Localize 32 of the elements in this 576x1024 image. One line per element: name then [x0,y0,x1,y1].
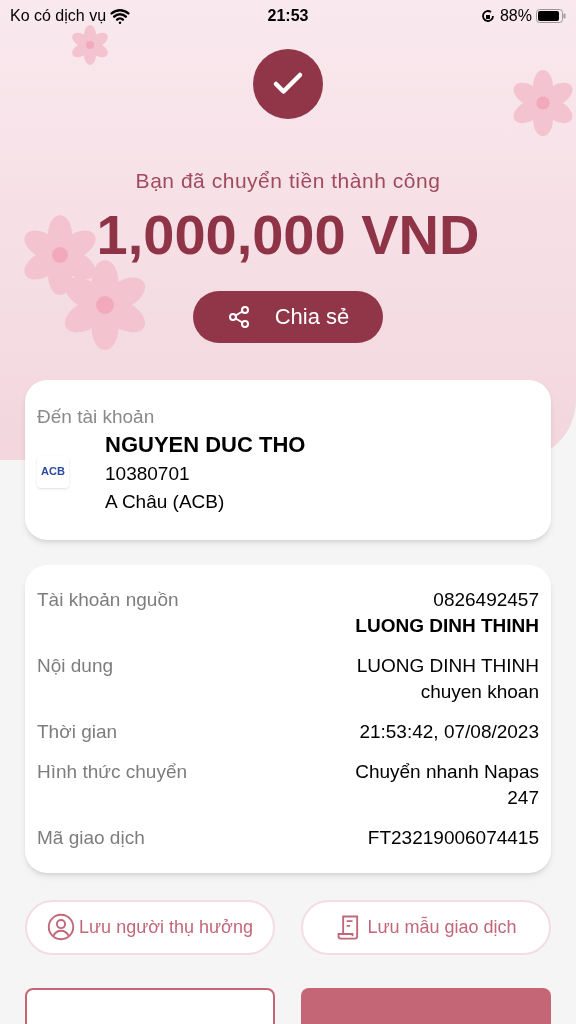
lock-rotation-icon [479,8,496,24]
share-icon [226,304,251,329]
carrier-label: Ko có dịch vụ [10,6,107,26]
detail-label: Mã giao dịch [37,825,145,850]
detail-label: Tài khoản nguồn [37,587,179,612]
detail-value: 0826492457 [433,587,539,612]
bank-name: A Châu (ACB) [105,489,226,514]
amount: 1,000,000 VND [96,202,480,267]
success-message: Bạn đã chuyển tiền thành công [135,168,441,194]
account-number: 10380701 [105,461,191,486]
wifi-icon [110,6,131,26]
detail-label: Hình thức chuyển [37,759,188,784]
person-icon [47,913,76,941]
detail-value: chuyen khoan [420,679,539,704]
save-button[interactable]: Lưu mẫu giao dịch [301,899,551,955]
recipient-name: NGUYEN DUC THO [105,430,306,459]
bank-logo: ACB [37,455,69,488]
share-button[interactable]: Chia sẻ [193,290,383,343]
detail-value: FT23219006074415 [367,825,539,850]
detail-value: Chuyển nhanh Napas [355,759,539,784]
battery-icon [536,9,566,23]
save-button[interactable]: Lưu người thụ hưởng [25,899,275,955]
detail-value: 21:53:42, 07/08/2023 [359,719,539,744]
detail-value: LUONG DINH THINH [355,613,539,638]
clock: 21:53 [267,6,309,26]
detail-value: LUONG DINH THINH [356,653,539,678]
detail-label: Nội dung [37,653,114,678]
section-heading: Đến tài khoản [37,404,156,429]
battery-percent: 88% [499,6,532,26]
detail-value: 247 [507,785,539,810]
detail-label: Thời gian [37,719,118,744]
flower-drawing [70,25,110,65]
